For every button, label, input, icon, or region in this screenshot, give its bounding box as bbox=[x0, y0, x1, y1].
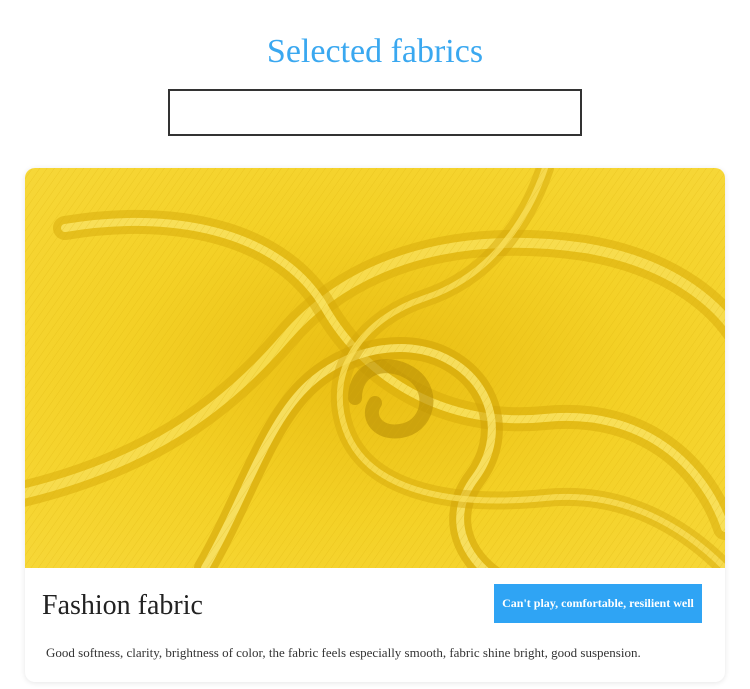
fabric-image bbox=[25, 168, 725, 568]
card-description: Good softness, clarity, brightness of co… bbox=[46, 645, 641, 660]
page-title: Selected fabrics bbox=[266, 33, 484, 70]
fabric-card: Fashion fabric Can't play, comfortable, … bbox=[25, 168, 725, 682]
page: Selected fabrics Fashion fabric Can't pl… bbox=[0, 0, 750, 689]
title-underline-box bbox=[168, 89, 582, 136]
feature-tag-button[interactable]: Can't play, comfortable, resilient well bbox=[494, 584, 702, 623]
card-title: Fashion fabric bbox=[42, 590, 203, 621]
